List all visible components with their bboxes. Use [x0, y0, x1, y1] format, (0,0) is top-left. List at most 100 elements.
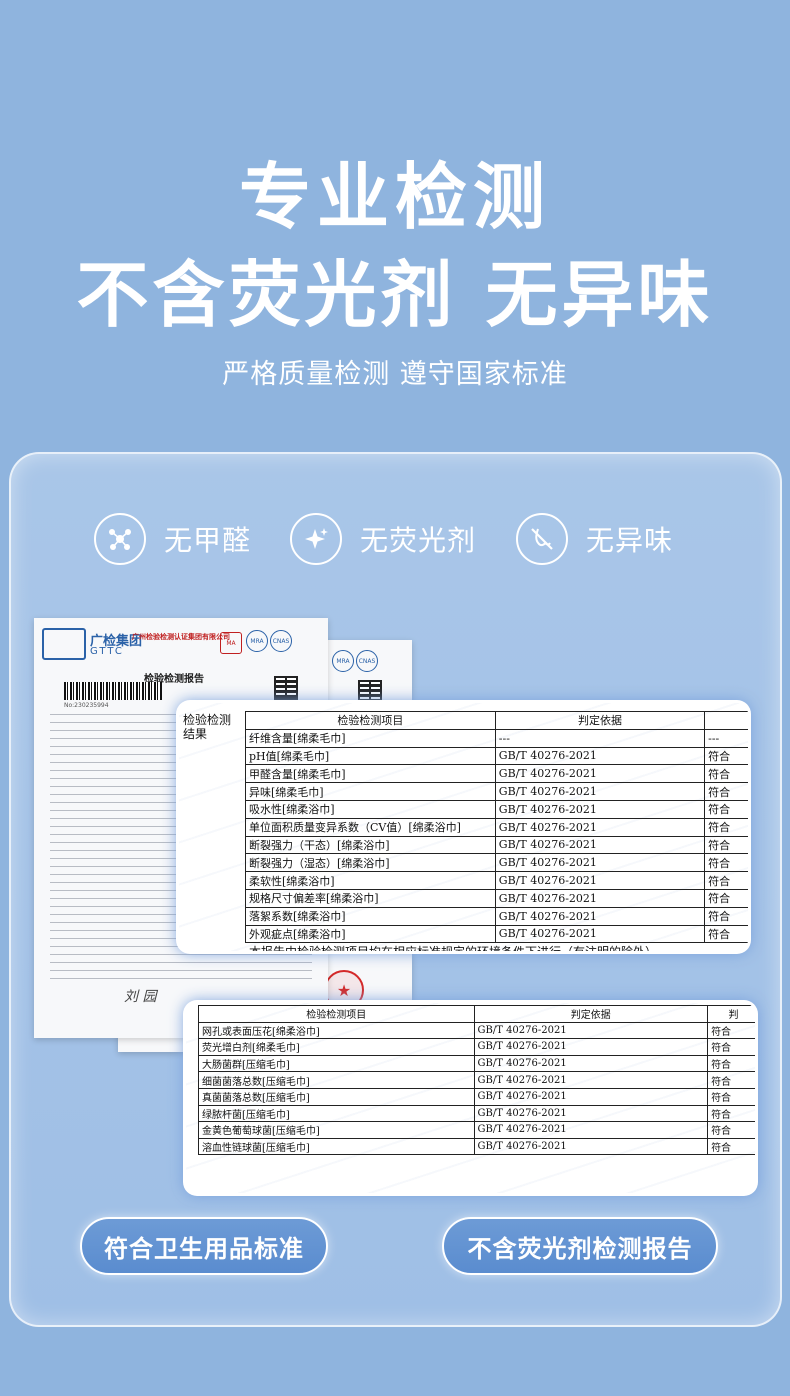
cell-basis: GB/T 40276-2021 [494, 906, 706, 926]
cell-result: --- [704, 728, 748, 748]
cell-item: 纤维含量[绵柔毛巾] [245, 728, 496, 748]
cell-basis: GB/T 40276-2021 [473, 1104, 709, 1123]
cell-basis: GB/T 40276-2021 [473, 1087, 709, 1106]
cell-result: 符合 [704, 888, 748, 908]
table-row: 荧光增白剂[绵柔毛巾] GB/T 40276-2021 符合 [198, 1038, 755, 1056]
cnas-mark-icon: CNAS [270, 630, 292, 652]
cell-result: 符合 [704, 871, 748, 890]
feature-no-fluorescent: 无荧光剂 [290, 512, 476, 566]
ilac-mark-icon: MRA [332, 650, 354, 672]
table-row: 细菌菌落总数[压缩毛巾] GB/T 40276-2021 符合 [198, 1071, 755, 1089]
cell-result: 符合 [707, 1137, 755, 1156]
report-brand-sub: GTTC [90, 646, 124, 657]
cell-item: 溶血性链球菌[压缩毛巾] [198, 1137, 475, 1156]
cell-item: 断裂强力（湿态）[绵柔浴巾] [245, 853, 496, 873]
table-row: 吸水性[绵柔浴巾] GB/T 40276-2021 符合 [245, 799, 748, 819]
cell-result: 符合 [704, 746, 748, 766]
cell-basis: GB/T 40276-2021 [473, 1071, 709, 1089]
table-row: 落絮系数[绵柔浴巾] GB/T 40276-2021 符合 [245, 906, 748, 926]
cell-item: 大肠菌群[压缩毛巾] [198, 1054, 475, 1073]
cell-result: 符合 [704, 924, 748, 944]
cell-item: 落絮系数[绵柔浴巾] [245, 906, 496, 926]
cell-basis: GB/T 40276-2021 [494, 782, 706, 801]
results-side-header: 检验检测 结果 [183, 713, 232, 741]
cell-result: 符合 [707, 1021, 755, 1040]
report-number: No:230235994 [64, 702, 109, 709]
table-row: 金黄色葡萄球菌[压缩毛巾] GB/T 40276-2021 符合 [198, 1121, 755, 1139]
table-row: 异味[绵柔毛巾] GB/T 40276-2021 符合 [245, 782, 748, 801]
table-row: 外观疵点[绵柔浴巾] GB/T 40276-2021 符合 [245, 924, 748, 944]
cell-item: 断裂强力（干态）[绵柔浴巾] [245, 835, 496, 855]
table-header-row: 检验检测项目 判定依据 [245, 711, 748, 730]
cell-result: 符合 [704, 906, 748, 926]
cell-result: 符合 [707, 1038, 755, 1056]
cell-basis: GB/T 40276-2021 [494, 799, 706, 819]
feature-label: 无荧光剂 [360, 524, 477, 557]
test-results-table-1: 检验检测项目 判定依据 纤维含量[绵柔毛巾] --- --- pH值[绵柔毛巾] GB/… [245, 711, 748, 944]
molecule-icon [94, 513, 146, 565]
cell-item: 绿脓杆菌[压缩毛巾] [198, 1104, 475, 1123]
cnas-mark-icon: CNAS [356, 650, 378, 672]
col-header-item: 检验检测项目 [245, 711, 496, 730]
col-header-basis: 判定依据 [473, 1005, 709, 1023]
cell-basis: GB/T 40276-2021 [494, 853, 706, 873]
cell-basis: --- [494, 728, 706, 748]
cell-result: 符合 [704, 782, 748, 801]
cell-item: 荧光增白剂[绵柔毛巾] [198, 1038, 475, 1056]
cell-item: 吸水性[绵柔浴巾] [245, 799, 496, 819]
table-row: 大肠菌群[压缩毛巾] GB/T 40276-2021 符合 [198, 1054, 755, 1073]
col-header-basis: 判定依据 [494, 711, 706, 730]
cell-result: 符合 [704, 835, 748, 855]
table-row: 真菌菌落总数[压缩毛巾] GB/T 40276-2021 符合 [198, 1087, 755, 1106]
cell-result: 符合 [704, 799, 748, 819]
cell-basis: GB/T 40276-2021 [494, 888, 706, 908]
test-results-table-2: 检验检测项目 判定依据 判 网孔或表面压花[绵柔浴巾] GB/T 40276-20… [198, 1005, 755, 1156]
col-header-result: 判 [707, 1005, 755, 1023]
cell-result: 符合 [707, 1104, 755, 1123]
table-row: 断裂强力（湿态）[绵柔浴巾] GB/T 40276-2021 符合 [245, 853, 748, 873]
table-row: 网孔或表面压花[绵柔浴巾] GB/T 40276-2021 符合 [198, 1021, 755, 1040]
cell-item: 单位面积质量变异系数（CV值）[绵柔浴巾] [245, 817, 496, 837]
cell-basis: GB/T 40276-2021 [494, 746, 706, 766]
headline-line2: 不含荧光剂 无异味 [76, 253, 714, 337]
report-zoom-table-2: 检验检测项目 判定依据 判 网孔或表面压花[绵柔浴巾] GB/T 40276-20… [183, 1000, 758, 1196]
sparkle-icon [290, 513, 342, 565]
table-row: 规格尺寸偏差率[绵柔浴巾] GB/T 40276-2021 符合 [245, 888, 748, 908]
qr-code-icon [274, 676, 298, 700]
cell-basis: GB/T 40276-2021 [473, 1038, 709, 1056]
cma-mark-icon: MA [220, 632, 242, 654]
hygiene-standard-badge: 符合卫生用品标准 [80, 1217, 328, 1275]
cell-result: 符合 [704, 817, 748, 837]
table-row: 纤维含量[绵柔毛巾] --- --- [245, 728, 748, 748]
cell-result: 符合 [704, 764, 748, 784]
cell-item: 金黄色葡萄球菌[压缩毛巾] [198, 1121, 475, 1139]
cell-basis: GB/T 40276-2021 [494, 871, 706, 890]
report-org: 广州检验检测认证集团有限公司 [132, 633, 230, 641]
table-row: 绿脓杆菌[压缩毛巾] GB/T 40276-2021 符合 [198, 1104, 755, 1123]
cell-item: pH值[绵柔毛巾] [245, 746, 496, 766]
gttc-logo-icon [42, 628, 86, 660]
cell-item: 网孔或表面压花[绵柔浴巾] [198, 1021, 475, 1040]
cell-item: 异味[绵柔毛巾] [245, 782, 496, 801]
headline-subtitle: 严格质量检测 遵守国家标准 [222, 359, 568, 390]
cell-item: 真菌菌落总数[压缩毛巾] [198, 1087, 475, 1106]
cell-result: 符合 [707, 1087, 755, 1106]
cell-item: 细菌菌落总数[压缩毛巾] [198, 1071, 475, 1089]
feature-no-odor: 无异味 [516, 512, 673, 566]
cell-basis: GB/T 40276-2021 [494, 817, 706, 837]
table-header-row: 检验检测项目 判定依据 判 [198, 1005, 755, 1023]
cell-result: 符合 [704, 853, 748, 873]
table-row: 溶血性链球菌[压缩毛巾] GB/T 40276-2021 符合 [198, 1137, 755, 1156]
cell-item: 规格尺寸偏差率[绵柔浴巾] [245, 888, 496, 908]
cell-basis: GB/T 40276-2021 [473, 1021, 709, 1040]
feature-no-formaldehyde: 无甲醛 [94, 512, 251, 566]
table-row: 单位面积质量变异系数（CV值）[绵柔浴巾] GB/T 40276-2021 符合 [245, 817, 748, 837]
report-footnote: 本报告中检验检测项目均在相应标准规定的环境条件下进行（有注明的除外） [249, 945, 658, 954]
cell-result: 符合 [707, 1054, 755, 1073]
table-row: 甲醛含量[绵柔毛巾] GB/T 40276-2021 符合 [245, 764, 748, 784]
feature-label: 无甲醛 [164, 524, 252, 557]
cell-basis: GB/T 40276-2021 [494, 835, 706, 855]
report-zoom-table-1: 检验检测 结果 检验检测项目 判定依据 纤维含量[绵柔毛巾] --- --- pH值[… [176, 700, 751, 954]
cell-basis: GB/T 40276-2021 [494, 764, 706, 784]
cell-result: 符合 [707, 1121, 755, 1139]
